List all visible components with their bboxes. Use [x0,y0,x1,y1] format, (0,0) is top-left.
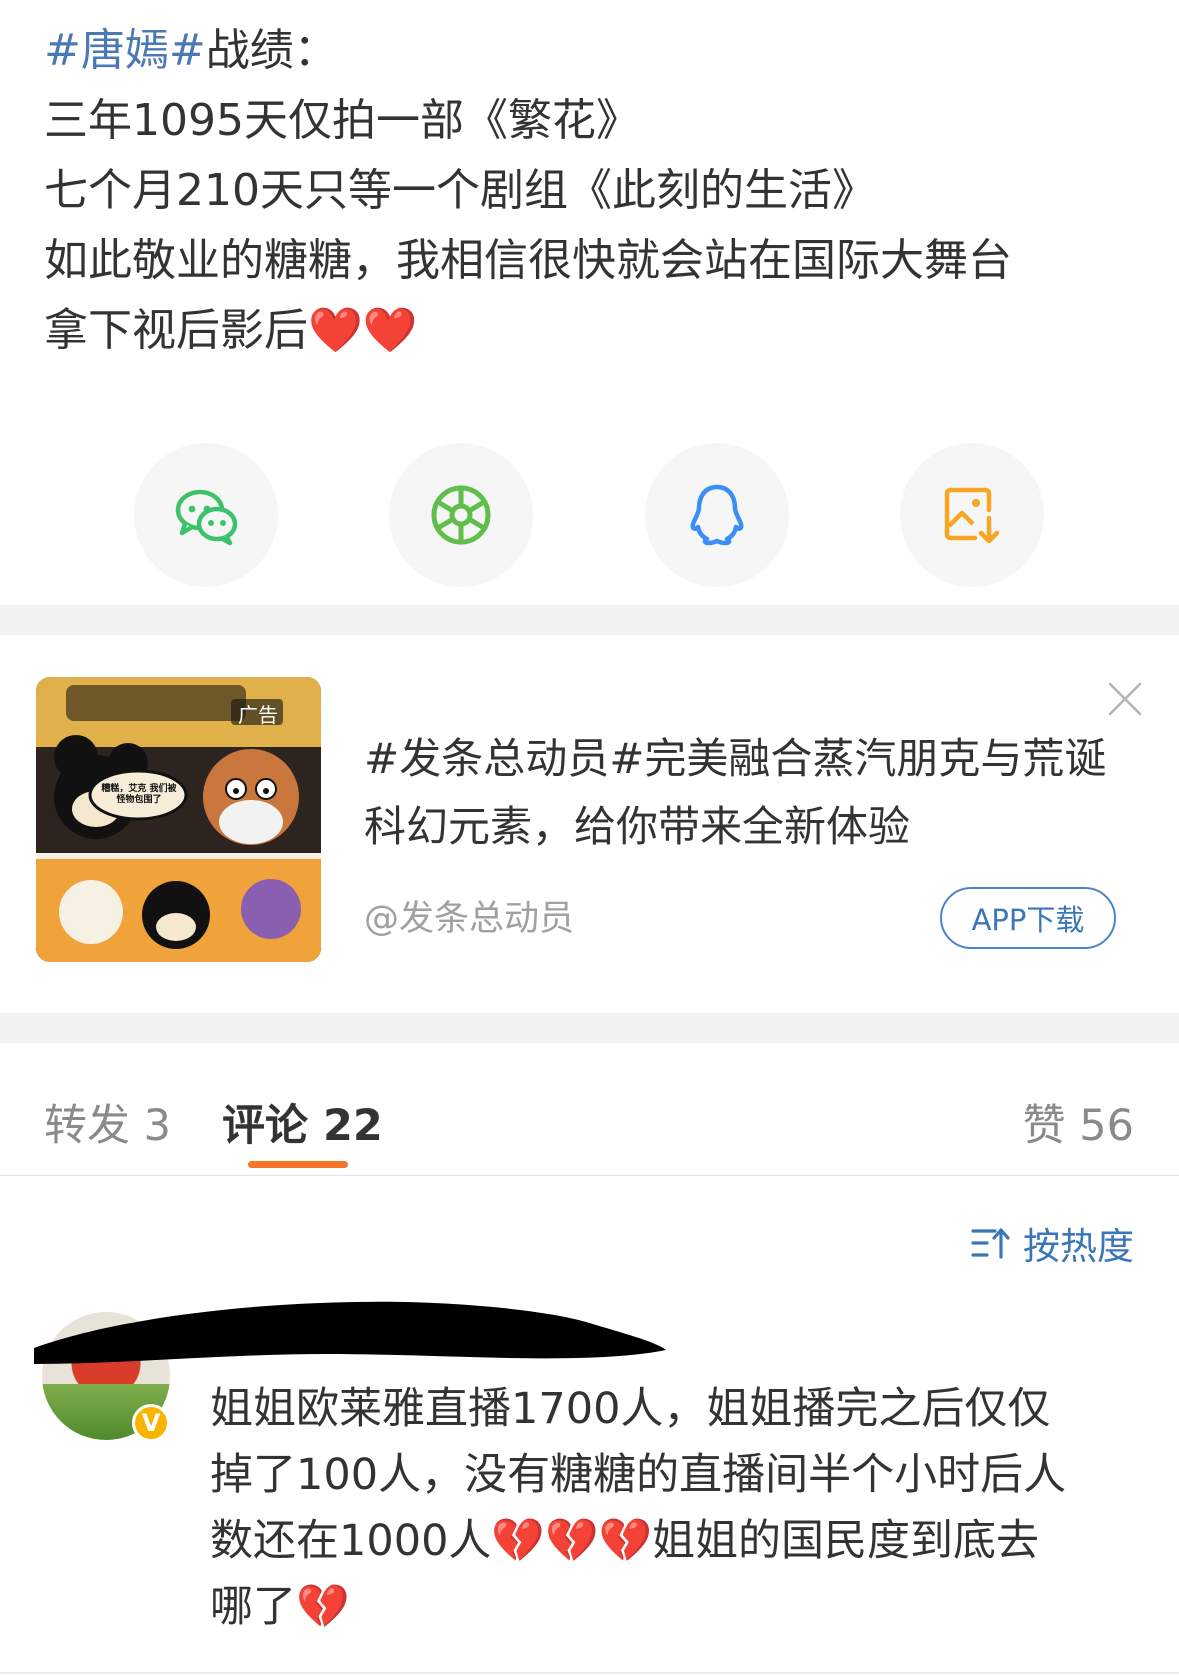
share-wechat-button[interactable] [134,443,278,587]
post-line: #唐嫣#战绩： [44,25,338,76]
post-line: 七个月210天只等一个剧组《此刻的生活》 [44,165,876,216]
interaction-tabs: 转发 3 评论 22 赞 56 [0,1043,1179,1176]
sort-bar: 按热度 [0,1176,1179,1286]
post-line: 如此敬业的糖糖，我相信很快就会站在国际大舞台 [44,235,1012,286]
topic-link[interactable]: #唐嫣# [44,25,206,76]
ad-source[interactable]: @发条总动员 [364,890,574,941]
tab-active-indicator [248,1161,348,1168]
section-divider [0,605,1179,635]
redaction-scribble [34,1301,666,1364]
sort-by-hot-button[interactable]: 按热度 [971,1216,1134,1270]
moments-icon [431,485,491,545]
sort-icon [971,1228,1010,1259]
post-line: 拿下视后影后❤️❤️ [44,305,418,356]
tab-repost[interactable]: 转发 3 [44,1091,171,1153]
share-qq-button[interactable] [645,443,789,587]
ad-card[interactable]: 广告 糟糕，艾克 我们被怪物包围了 #发条总动员#完美融合蒸汽朋克与荒诞科幻元素… [0,635,1179,1013]
ad-image-badge: 广告 [238,703,278,727]
heart-emoji: ❤️❤️ [308,305,418,356]
ad-image-bubble: 糟糕，艾克 我们被怪物包围了 [101,784,177,805]
comment-text: 姐姐欧莱雅直播1700人，姐姐播完之后仅仅 掉了100人，没有糖糖的直播间半个小… [210,1384,1067,1632]
app-download-button[interactable]: APP下载 [940,887,1116,949]
ad-thumbnail[interactable]: 广告 糟糕，艾克 我们被怪物包围了 [36,677,321,962]
section-divider [0,1013,1179,1043]
post-text: #唐嫣#战绩： 三年1095天仅拍一部《繁花》 七个月210天只等一个剧组《此刻… [44,16,1135,366]
tab-like[interactable]: 赞 56 [1023,1091,1134,1153]
ad-title[interactable]: #发条总动员#完美融合蒸汽朋克与荒诞科幻元素，给你带来全新体验 [364,725,1124,861]
post-body: #唐嫣#战绩： 三年1095天仅拍一部《繁花》 七个月210天只等一个剧组《此刻… [0,0,1179,605]
qq-icon [690,484,744,546]
divider [0,1672,1179,1674]
share-moments-button[interactable] [389,443,533,587]
wechat-icon [175,489,238,546]
share-row [134,443,1044,587]
save-image-icon [944,487,1000,544]
close-icon[interactable] [1106,680,1144,718]
tab-comment[interactable]: 评论 22 [222,1091,383,1153]
post-line: 三年1095天仅拍一部《繁花》 [44,95,640,146]
verified-badge: V [132,1404,170,1442]
save-image-button[interactable] [900,443,1044,587]
comment-item: V 姐姐欧莱雅直播1700人，姐姐播完之后仅仅 掉了100人，没有糖糖的直播间半… [0,1286,1179,1632]
